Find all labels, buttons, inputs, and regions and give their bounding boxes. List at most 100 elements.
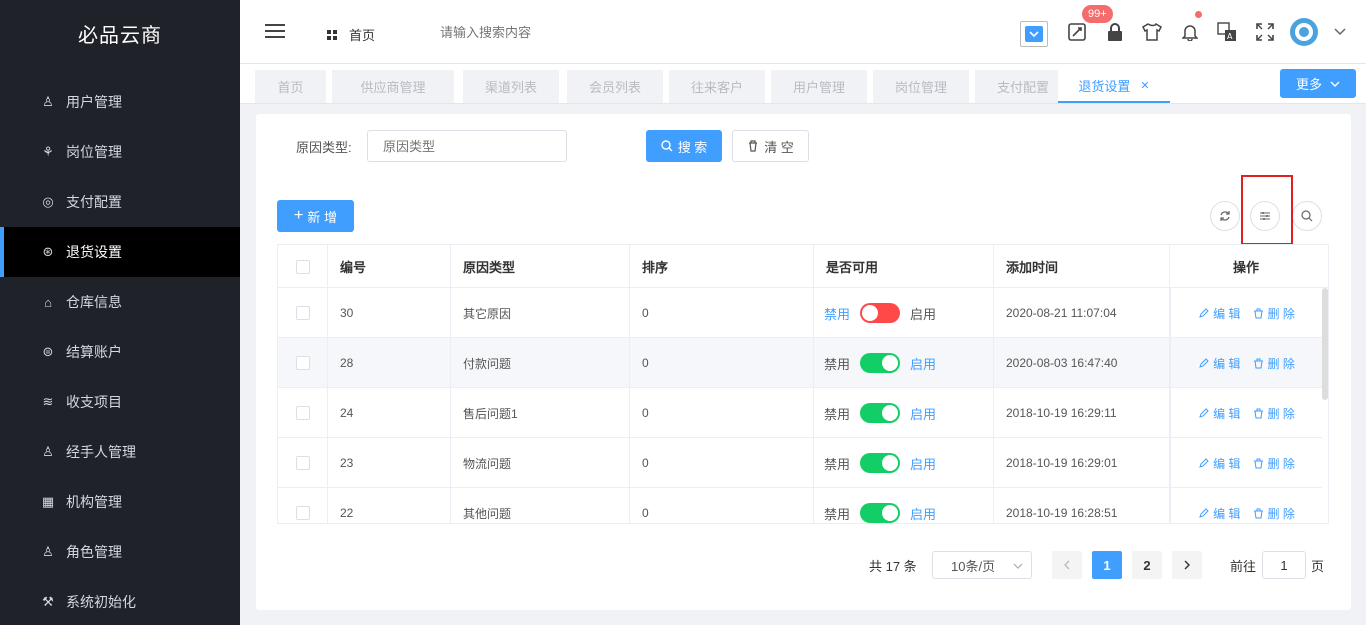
cell-type: 其它原因 xyxy=(451,288,630,338)
add-button[interactable]: + 新 增 xyxy=(277,200,354,232)
building-icon: ▦ xyxy=(41,494,55,509)
warehouse-icon: ⌂ xyxy=(44,294,52,310)
module-select-icon[interactable] xyxy=(1020,21,1048,47)
enabled-switch[interactable] xyxy=(860,353,901,373)
row-checkbox[interactable] xyxy=(295,406,310,420)
enabled-switch[interactable] xyxy=(860,503,901,523)
chevron-down-icon[interactable] xyxy=(1328,20,1352,44)
delete-button[interactable]: 删 除 xyxy=(1253,305,1295,322)
bell-icon[interactable] xyxy=(1178,20,1202,44)
col-header-enabled[interactable]: 是否可用 xyxy=(814,245,994,288)
edit-button[interactable]: 编 辑 xyxy=(1198,505,1241,522)
lock-icon[interactable] xyxy=(1103,20,1127,44)
prev-page-button[interactable] xyxy=(1052,551,1082,579)
col-header-id[interactable]: 编号 xyxy=(328,245,451,288)
table-row[interactable]: 30 其它原因 0 禁用 启用 2020-08-21 11:07:04 编 辑 删 除 xyxy=(278,288,1328,338)
close-tab-icon[interactable]: ✕ xyxy=(1140,79,1149,92)
home-link[interactable]: 首页 xyxy=(327,25,375,44)
enabled-switch[interactable] xyxy=(860,303,901,323)
row-checkbox[interactable] xyxy=(295,506,310,520)
row-checkbox[interactable] xyxy=(295,306,310,320)
more-tabs-button[interactable]: 更多 xyxy=(1280,69,1356,98)
delete-button[interactable]: 删 除 xyxy=(1253,455,1295,472)
sidebar-item-7[interactable]: ♙ 经手人管理 xyxy=(0,427,240,477)
col-header-type[interactable]: 原因类型 xyxy=(451,245,630,288)
page-1-button[interactable]: 1 xyxy=(1092,551,1122,579)
tab-2[interactable]: 渠道列表 xyxy=(463,70,559,103)
edit-button[interactable]: 编 辑 xyxy=(1198,305,1241,322)
sidebar-item-10[interactable]: ⚒ 系统初始化 xyxy=(0,577,240,625)
sidebar-item-1[interactable]: ⚘ 岗位管理 xyxy=(0,127,240,177)
disable-label[interactable]: 禁用 xyxy=(824,304,850,323)
sidebar-item-0[interactable]: ♙ 用户管理 xyxy=(0,77,240,127)
sidebar-item-6[interactable]: ≋ 收支项目 xyxy=(0,377,240,427)
table-row[interactable]: 22 其他问题 0 禁用 启用 2018-10-19 16:28:51 编 辑 删 除 xyxy=(278,488,1328,523)
delete-button[interactable]: 删 除 xyxy=(1253,405,1295,422)
disable-label[interactable]: 禁用 xyxy=(824,354,850,373)
app-logo: 必品云商 xyxy=(78,24,162,47)
page-size-value: 10条/页 xyxy=(951,558,996,574)
layers-icon: ≋ xyxy=(42,394,54,409)
page-size-select[interactable]: 10条/页 xyxy=(932,551,1032,579)
tab-3[interactable]: 会员列表 xyxy=(567,70,663,103)
enable-label[interactable]: 启用 xyxy=(910,304,936,323)
sidebar-item-2[interactable]: ◎ 支付配置 xyxy=(0,177,240,227)
next-page-button[interactable] xyxy=(1172,551,1202,579)
fullscreen-icon[interactable] xyxy=(1253,20,1277,44)
search-toggle-icon[interactable] xyxy=(1292,201,1322,231)
enabled-switch[interactable] xyxy=(860,453,901,473)
page-2-button[interactable]: 2 xyxy=(1132,551,1162,579)
edit-button[interactable]: 编 辑 xyxy=(1198,405,1241,422)
row-checkbox[interactable] xyxy=(295,456,310,470)
header-search-input[interactable] xyxy=(440,25,580,40)
edit-button[interactable]: 编 辑 xyxy=(1198,455,1241,472)
search-button[interactable]: 搜 索 xyxy=(646,130,722,162)
tab-4[interactable]: 往来客户 xyxy=(669,70,765,103)
scroll-thumb[interactable] xyxy=(1322,288,1328,400)
clear-button[interactable]: 清 空 xyxy=(732,130,809,162)
tab-7[interactable]: 支付配置 xyxy=(975,70,1071,103)
edit-button[interactable]: 编 辑 xyxy=(1198,355,1241,372)
org-icon: ⚘ xyxy=(42,144,54,159)
sidebar-item-5[interactable]: ⊜ 结算账户 xyxy=(0,327,240,377)
select-all-checkbox[interactable] xyxy=(295,259,310,274)
user-avatar[interactable] xyxy=(1290,18,1318,46)
tools-icon[interactable] xyxy=(1065,20,1089,44)
tab-6[interactable]: 岗位管理 xyxy=(873,70,969,103)
cell-enabled: 禁用 启用 xyxy=(814,488,994,523)
sidebar-item-4[interactable]: ⌂ 仓库信息 xyxy=(0,277,240,327)
row-checkbox[interactable] xyxy=(295,356,310,370)
cell-order: 0 xyxy=(630,288,814,338)
enable-label[interactable]: 启用 xyxy=(910,404,936,423)
table-scrollbar[interactable] xyxy=(1322,288,1328,523)
theme-shirt-icon[interactable] xyxy=(1140,20,1164,44)
tab-8[interactable]: 退货设置 ✕ xyxy=(1058,70,1170,103)
tab-1[interactable]: 供应商管理 xyxy=(332,70,454,103)
disable-label[interactable]: 禁用 xyxy=(824,454,850,473)
sidebar-item-8[interactable]: ▦ 机构管理 xyxy=(0,477,240,527)
enable-label[interactable]: 启用 xyxy=(910,504,936,523)
goto-page-input[interactable]: 1 xyxy=(1262,551,1306,579)
reason-type-input[interactable] xyxy=(367,130,567,162)
translate-icon[interactable]: A xyxy=(1215,20,1239,44)
refresh-icon[interactable] xyxy=(1210,201,1240,231)
disable-label[interactable]: 禁用 xyxy=(824,404,850,423)
enable-label[interactable]: 启用 xyxy=(910,354,936,373)
delete-button[interactable]: 删 除 xyxy=(1253,505,1295,522)
account-icon: ⊜ xyxy=(42,344,54,359)
tab-0[interactable]: 首页 xyxy=(255,70,326,103)
col-header-order[interactable]: 排序 xyxy=(630,245,814,288)
disable-label[interactable]: 禁用 xyxy=(824,504,850,523)
enable-label[interactable]: 启用 xyxy=(910,454,936,473)
table-row[interactable]: 24 售后问题1 0 禁用 启用 2018-10-19 16:29:11 编 辑 删 除 xyxy=(278,388,1328,438)
menu-toggle-icon[interactable] xyxy=(265,24,285,38)
table-row[interactable]: 28 付款问题 0 禁用 启用 2020-08-03 16:47:40 编 辑 删 除 xyxy=(278,338,1328,388)
user-icon: ♙ xyxy=(42,94,54,109)
delete-button[interactable]: 删 除 xyxy=(1253,355,1295,372)
sidebar-item-3[interactable]: ⊛ 退货设置 xyxy=(0,227,240,277)
table-row[interactable]: 23 物流问题 0 禁用 启用 2018-10-19 16:29:01 编 辑 删 除 xyxy=(278,438,1328,488)
enabled-switch[interactable] xyxy=(860,403,901,423)
tab-5[interactable]: 用户管理 xyxy=(771,70,867,103)
col-header-time[interactable]: 添加时间 xyxy=(994,245,1170,288)
sidebar-item-9[interactable]: ♙ 角色管理 xyxy=(0,527,240,577)
